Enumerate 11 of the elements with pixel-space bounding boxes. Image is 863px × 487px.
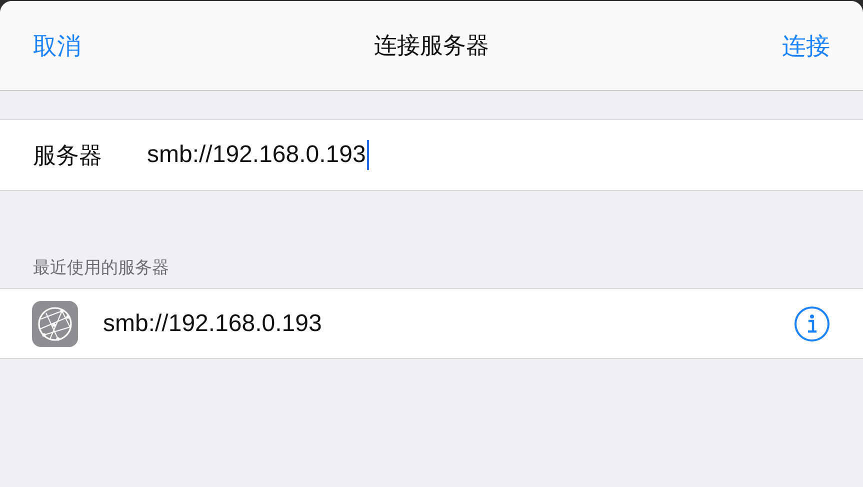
server-label: 服务器 bbox=[33, 142, 103, 170]
globe-icon bbox=[32, 300, 78, 346]
text-cursor bbox=[366, 140, 369, 170]
server-address: smb://192.168.0.193 bbox=[103, 310, 323, 338]
cancel-button[interactable]: 取消 bbox=[33, 30, 81, 62]
window-title: 连接服务器 bbox=[374, 32, 489, 61]
server-field[interactable]: smb://192.168.0.193 bbox=[147, 140, 369, 170]
server-list-item[interactable]: smb://192.168.0.193 bbox=[0, 288, 863, 359]
connect-button[interactable]: 连接 bbox=[782, 30, 830, 62]
info-icon[interactable] bbox=[794, 306, 830, 342]
section-header: 最近使用的服务器 bbox=[33, 257, 169, 279]
